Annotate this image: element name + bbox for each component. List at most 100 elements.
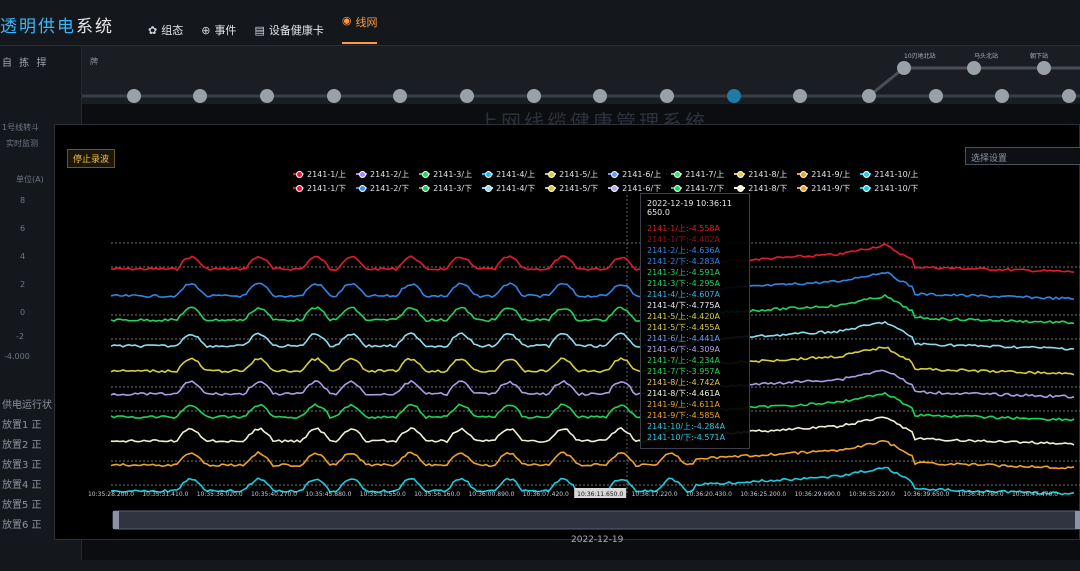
legend-label: 2141-1/下 — [307, 183, 347, 193]
legend-item[interactable]: 2141-6/上 — [608, 169, 661, 180]
nav-label: 设备健康卡 — [268, 24, 324, 37]
tooltip-rows: 2141-1/上:-4.558A 2141-1/下:-4.402A 2141-2/上… — [647, 223, 743, 443]
legend-label: 2141-3/上 — [433, 169, 473, 179]
legend-item[interactable]: 2141-5/下 — [545, 183, 598, 194]
legend-row-down: 2141-1/下 2141-2/下 2141-3/下 2141-4/下 2141-5/下… — [293, 181, 918, 195]
legend-item[interactable]: 2141-4/上 — [482, 169, 535, 180]
station-node[interactable] — [327, 89, 341, 103]
legend-marker-icon — [545, 171, 557, 178]
main-nav: ✿ 组态 ⊕ 事件 ▤ 设备健康卡 ◉ 线网 — [148, 14, 378, 46]
station-node[interactable] — [967, 61, 981, 75]
tooltip-row: 2141-7/上:-4.234A — [647, 356, 720, 365]
legend-item[interactable]: 2141-7/上 — [671, 169, 724, 180]
legend-item[interactable]: 2141-7/下 — [671, 183, 724, 194]
legend-marker-icon — [419, 171, 431, 178]
zoom-slider[interactable] — [112, 510, 1080, 530]
station-node[interactable] — [1062, 89, 1076, 103]
legend-marker-icon — [671, 171, 683, 178]
app-title-secondary: 系统 — [76, 17, 114, 37]
series-line — [110, 439, 1075, 470]
x-tick-label: 10:36:39.650.0 — [903, 491, 949, 498]
station-node[interactable] — [127, 89, 141, 103]
legend-label: 2141-4/上 — [496, 169, 536, 179]
legend-item[interactable]: 2141-8/下 — [734, 183, 787, 194]
station-node[interactable] — [727, 89, 741, 103]
nav-label: 事件 — [214, 24, 237, 37]
legend-item[interactable]: 2141-3/上 — [419, 169, 472, 180]
legend-item[interactable]: 2141-8/上 — [734, 169, 787, 180]
track-svg — [82, 61, 1080, 103]
legend-marker-icon — [419, 185, 431, 192]
nav-item-network[interactable]: ◉ 线网 — [341, 14, 378, 44]
legend-item[interactable]: 2141-4/下 — [482, 183, 535, 194]
station-node[interactable] — [1037, 61, 1051, 75]
legend-label: 2141-2/下 — [370, 183, 410, 193]
legend-item[interactable]: 2141-5/上 — [545, 169, 598, 180]
legend-item[interactable]: 2141-2/上 — [356, 169, 409, 180]
bottom-bar — [0, 560, 1080, 571]
series-line — [110, 293, 1075, 325]
nav-item-health-card[interactable]: ▤ 设备健康卡 — [254, 14, 323, 46]
legend-marker-icon — [608, 171, 620, 178]
legend-item[interactable]: 2141-2/下 — [356, 183, 409, 194]
nav-label: 组态 — [161, 24, 184, 37]
station-node[interactable] — [929, 89, 943, 103]
legend-item[interactable]: 2141-1/上 — [293, 169, 346, 180]
station-node[interactable] — [593, 89, 607, 103]
legend-item[interactable]: 2141-9/上 — [797, 169, 850, 180]
legend-item[interactable]: 2141-1/下 — [293, 183, 346, 194]
legend-label: 2141-2/上 — [370, 169, 410, 179]
legend-marker-icon — [545, 185, 557, 192]
nav-item-events[interactable]: ⊕ 事件 — [201, 14, 236, 46]
station-node[interactable] — [393, 89, 407, 103]
x-tick-label: 10:35:56.160.0 — [414, 491, 460, 498]
station-node[interactable] — [193, 89, 207, 103]
legend-label: 2141-7/下 — [685, 183, 725, 193]
legend-item[interactable]: 2141-3/下 — [419, 183, 472, 194]
series-line — [110, 271, 1075, 301]
station-node[interactable] — [260, 89, 274, 103]
date-label: 2022-12-19 — [571, 535, 624, 545]
station-node[interactable] — [897, 61, 911, 75]
series-line — [110, 391, 1075, 422]
station-node[interactable] — [862, 89, 876, 103]
legend-marker-icon — [482, 171, 494, 178]
app-title-primary: 透明供电 — [0, 17, 76, 37]
gear-icon: ✿ — [148, 23, 158, 37]
legend-label: 2141-6/下 — [622, 183, 662, 193]
zoom-handle-left[interactable] — [113, 511, 119, 529]
nav-label: 线网 — [355, 16, 378, 29]
tooltip-row: 2141-5/下:-4.455A — [647, 323, 720, 332]
left-panel-tick: 6 — [20, 224, 26, 233]
tooltip-row: 2141-1/上:-4.558A — [647, 224, 720, 233]
legend-label: 2141-6/上 — [622, 169, 662, 179]
left-panel-header: 自 拣 捍 — [2, 58, 49, 69]
tooltip-row: 2141-9/下:-4.585A — [647, 411, 720, 420]
legend-item[interactable]: 2141-10/上 — [860, 169, 918, 180]
station-node[interactable] — [995, 89, 1009, 103]
legend-item[interactable]: 2141-9/下 — [797, 183, 850, 194]
legend-marker-icon — [860, 171, 872, 178]
tooltip-row: 2141-5/上:-4.420A — [647, 312, 720, 321]
pin-icon: ◉ — [341, 14, 352, 27]
legend-label: 2141-8/下 — [748, 183, 788, 193]
tooltip-row: 2141-9/上:-4.611A — [647, 400, 720, 409]
legend-label: 2141-4/下 — [496, 183, 536, 193]
station-node[interactable] — [660, 89, 674, 103]
legend-item[interactable]: 2141-6/下 — [608, 183, 661, 194]
station-node[interactable] — [793, 89, 807, 103]
tooltip-row: 2141-4/下:-4.775A — [647, 301, 720, 310]
legend-marker-icon — [734, 185, 746, 192]
legend-item[interactable]: 2141-10/下 — [860, 183, 918, 194]
zoom-handle-right[interactable] — [1075, 511, 1080, 529]
tooltip-row: 2141-10/下:-4.571A — [647, 433, 726, 442]
station-node[interactable] — [527, 89, 541, 103]
legend-label: 2141-1/上 — [307, 169, 347, 179]
left-panel-tick: 0 — [20, 308, 26, 317]
station-node[interactable] — [460, 89, 474, 103]
legend-marker-icon — [293, 171, 304, 178]
tooltip-row: 2141-2/上:-4.636A — [647, 246, 720, 255]
nav-item-config[interactable]: ✿ 组态 — [148, 14, 183, 46]
app-title: 透明供电系统 — [0, 12, 114, 37]
tooltip-row: 2141-4/上:-4.607A — [647, 290, 720, 299]
